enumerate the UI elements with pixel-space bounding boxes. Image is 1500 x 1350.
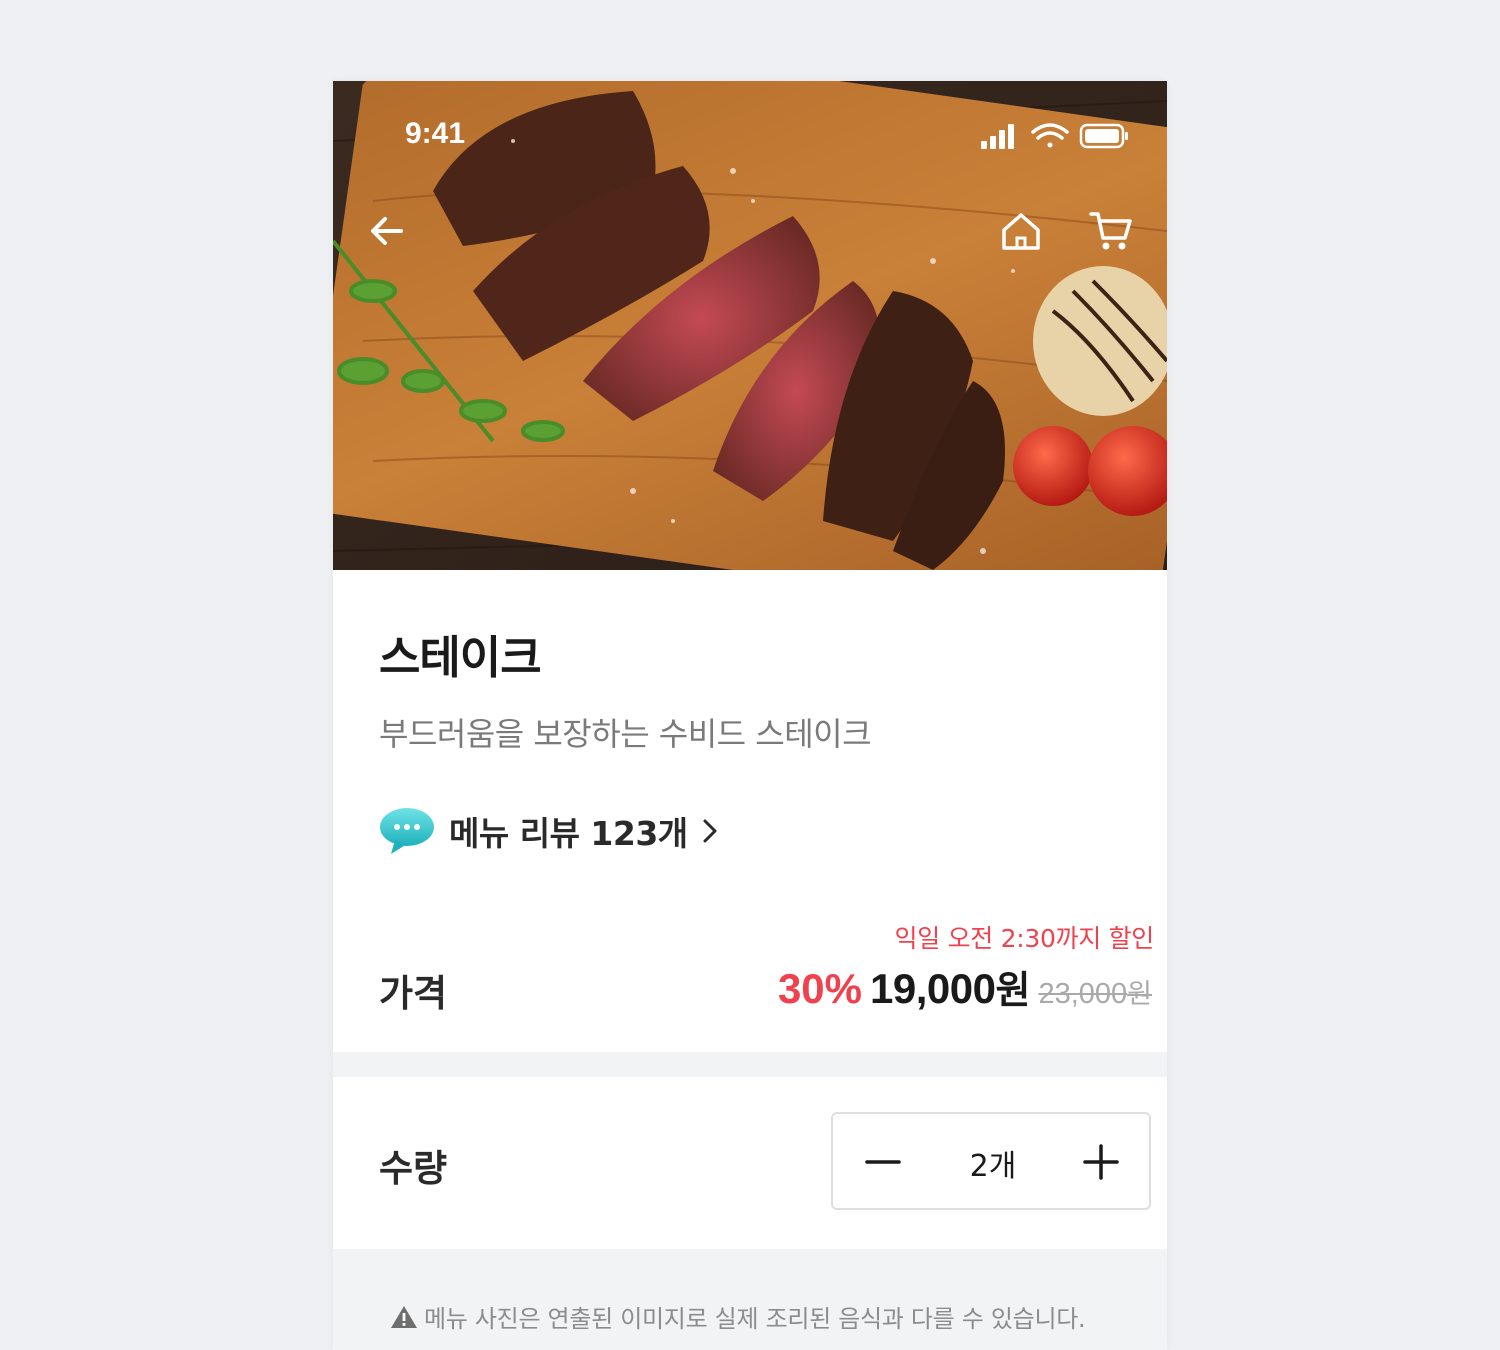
- increase-quantity-button[interactable]: [1071, 1132, 1131, 1192]
- chevron-right-icon: [703, 819, 717, 843]
- quantity-value: 2개: [969, 1149, 1017, 1184]
- photo-disclaimer: 메뉴 사진은 연출된 이미지로 실제 조리된 음식과 다를 수 있습니다.: [390, 1299, 1086, 1334]
- steak-photo: [333, 81, 1167, 570]
- original-price: 23,000: [1038, 978, 1128, 1010]
- section-divider: [333, 1052, 1167, 1077]
- wifi-icon: [1031, 123, 1069, 148]
- quantity-stepper: 2개: [831, 1112, 1151, 1210]
- plus-icon: [1083, 1144, 1119, 1180]
- original-price-unit: 원: [1127, 979, 1152, 1010]
- home-icon: [1002, 213, 1040, 250]
- status-time: 9:41: [405, 117, 466, 150]
- battery-icon: [1079, 123, 1128, 149]
- decrease-quantity-button[interactable]: [853, 1132, 913, 1192]
- menu-review-link[interactable]: 메뉴 리뷰 123개: [379, 803, 718, 859]
- cart-button[interactable]: [1083, 203, 1139, 259]
- sale-price-unit: 원: [995, 968, 1031, 1012]
- menu-description: 부드러움을 보장하는 수비드 스테이크: [379, 715, 872, 753]
- sale-price: 19,000: [870, 965, 996, 1012]
- menu-title: 스테이크: [379, 631, 542, 684]
- disclaimer-text: 메뉴 사진은 연출된 이미지로 실제 조리된 음식과 다를 수 있습니다.: [424, 1305, 1086, 1333]
- cart-icon: [1089, 212, 1132, 250]
- quantity-label: 수량: [379, 1147, 448, 1190]
- discount-deadline-note: 익일 오전 2:30까지 할인: [894, 924, 1155, 953]
- status-icons: [981, 123, 1128, 149]
- minus-icon: [865, 1160, 901, 1164]
- notice-bar: 메뉴 사진은 연출된 이미지로 실제 조리된 음식과 다를 수 있습니다.: [333, 1249, 1167, 1350]
- speech-bubble-icon: [380, 808, 434, 854]
- menu-photo: 9:41: [333, 81, 1167, 570]
- cellular-signal-icon: [981, 124, 1014, 149]
- home-button[interactable]: [993, 203, 1049, 259]
- review-link-label: 메뉴 리뷰 123개: [449, 814, 688, 853]
- back-button[interactable]: [359, 203, 415, 259]
- arrow-left-icon: [371, 217, 403, 245]
- menu-detail-screen: 9:41 스테이크 부드러움을 보장하는 수비드 스테이크 메뉴 리뷰 123개…: [333, 81, 1167, 1350]
- price-label: 가격: [379, 972, 448, 1015]
- warning-icon: [391, 1305, 417, 1328]
- discount-rate: 30%: [777, 965, 863, 1012]
- price-row: 30% 19,000 원 23,000 원: [778, 959, 1152, 1014]
